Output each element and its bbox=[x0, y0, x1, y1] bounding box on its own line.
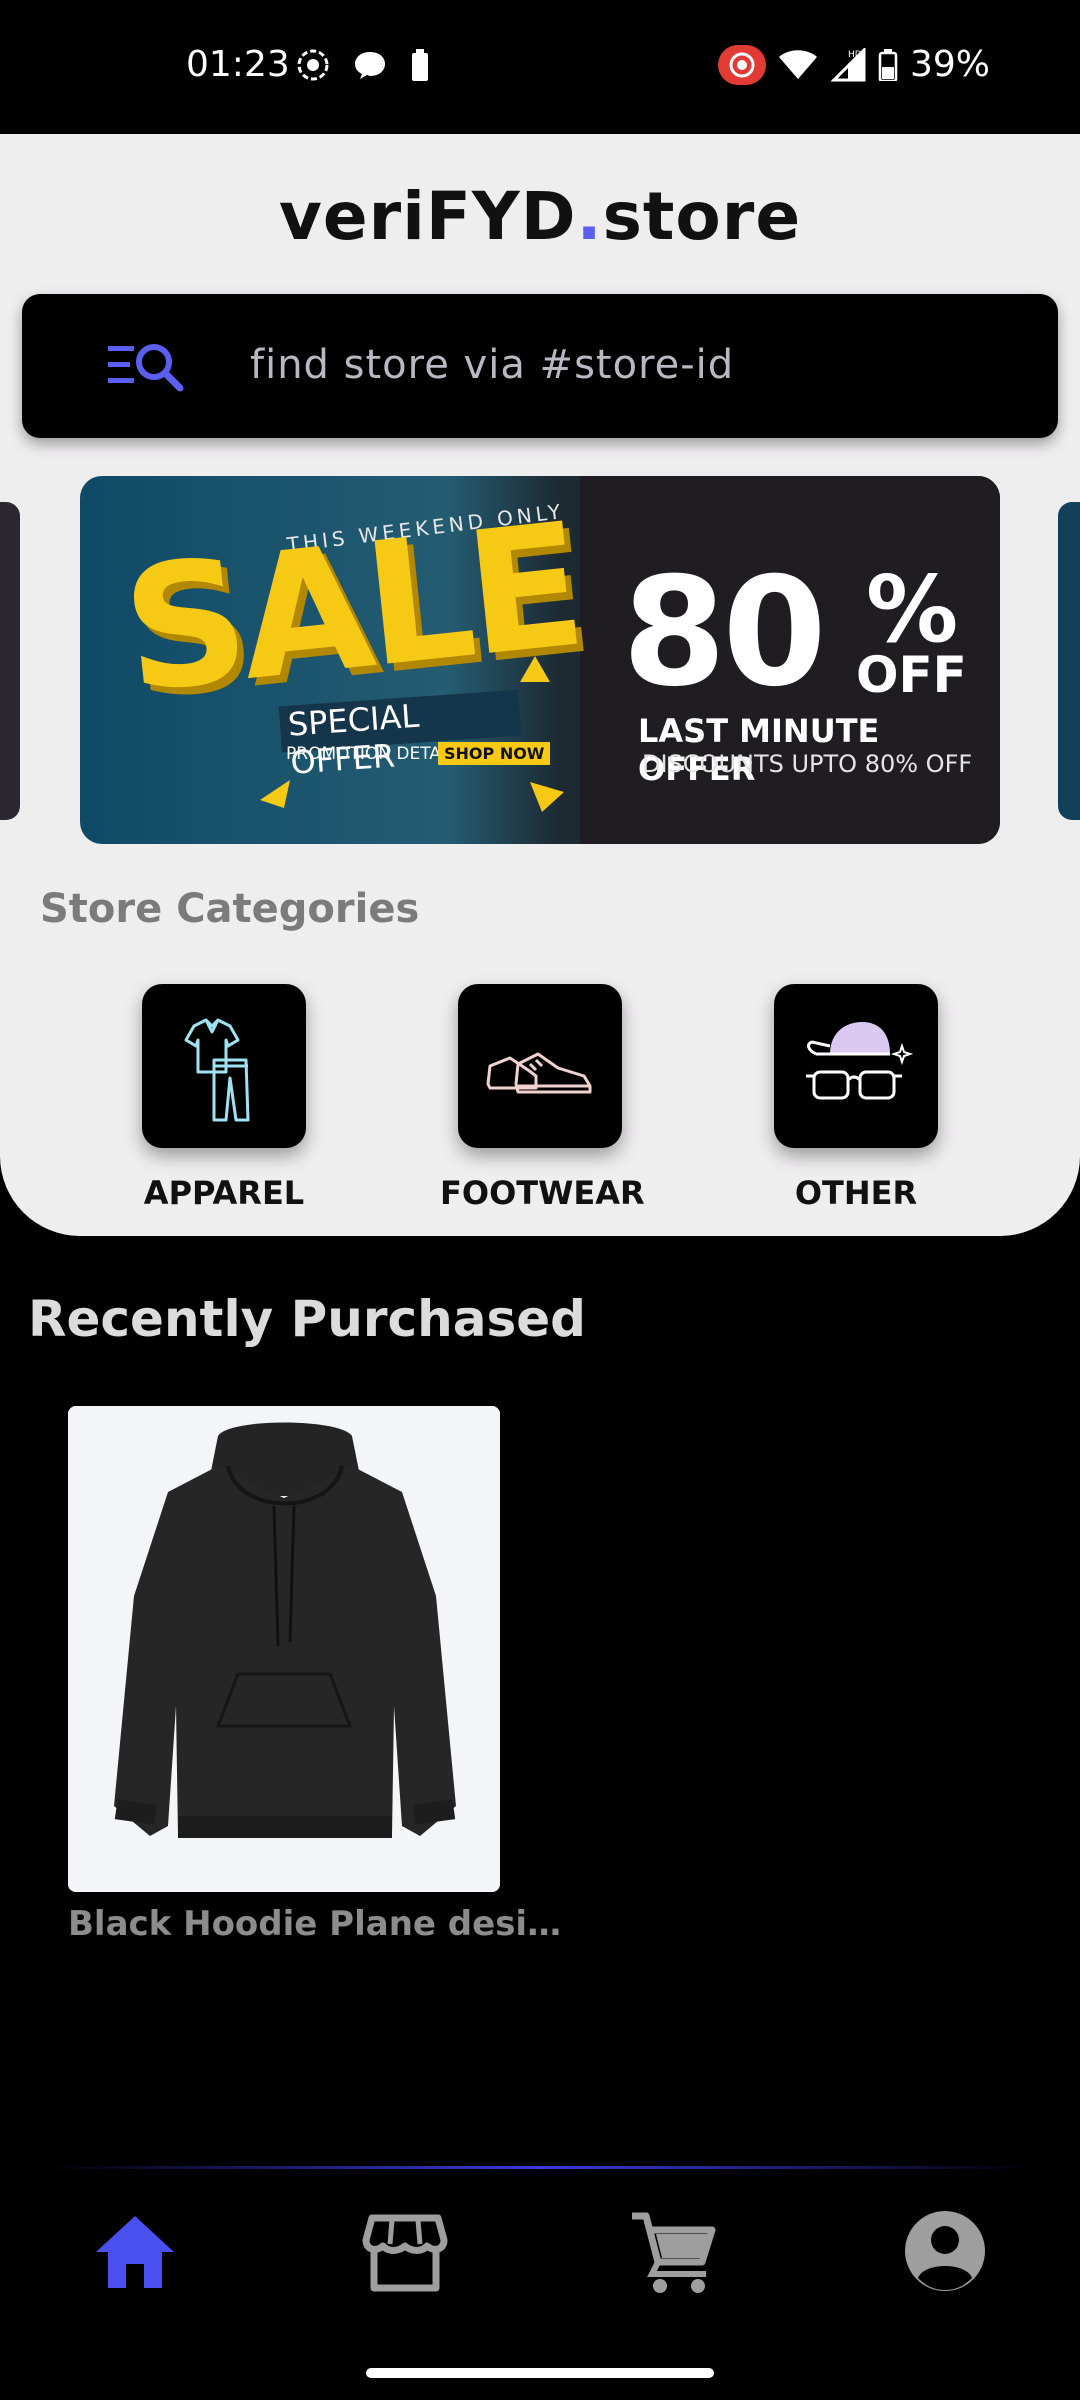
categories-heading: Store Categories bbox=[40, 886, 420, 932]
category-footwear-tile[interactable] bbox=[458, 984, 622, 1148]
status-icons-right: HD 39% bbox=[717, 44, 990, 85]
banner-triangle-decoration bbox=[520, 656, 550, 682]
chat-bubble-icon bbox=[355, 52, 385, 79]
promo-carousel[interactable]: THIS WEEKEND ONLY SALE SPECIAL OFFER PRO… bbox=[0, 476, 1080, 846]
product-card[interactable] bbox=[68, 1406, 500, 1892]
banner-discount-number: 80 bbox=[622, 546, 827, 720]
logo-dot: . bbox=[576, 178, 603, 255]
store-icon[interactable] bbox=[360, 2206, 450, 2296]
category-apparel-tile[interactable] bbox=[142, 984, 306, 1148]
status-bar: 01:23 HD 39% bbox=[0, 0, 1080, 134]
promo-banner[interactable]: THIS WEEKEND ONLY SALE SPECIAL OFFER PRO… bbox=[80, 476, 1000, 844]
profile-icon[interactable] bbox=[900, 2206, 990, 2296]
banner-promotion-detail: PROMOTION DETAIL bbox=[286, 744, 456, 764]
banner-shop-now: SHOP NOW bbox=[438, 742, 551, 765]
top-panel: veriFYD.store find store via #store-id T… bbox=[0, 134, 1080, 1236]
bottom-nav-divider bbox=[40, 2166, 1040, 2169]
battery-icon bbox=[878, 48, 898, 81]
logo-part2: store bbox=[602, 178, 802, 255]
category-label: OTHER bbox=[794, 1174, 918, 1212]
svg-text:HD: HD bbox=[848, 50, 862, 60]
banner-discount-detail: DISCOUNTS UPTO 80% OFF bbox=[642, 750, 973, 778]
hoodie-image bbox=[68, 1406, 500, 1892]
category-other-tile[interactable] bbox=[774, 984, 938, 1148]
banner-triangle-decoration bbox=[530, 782, 564, 812]
category-label: FOOTWEAR bbox=[440, 1174, 645, 1212]
search-input[interactable]: find store via #store-id bbox=[250, 342, 734, 388]
category-label: APPAREL bbox=[143, 1174, 305, 1212]
category-other[interactable]: OTHER bbox=[756, 984, 956, 1212]
category-apparel[interactable]: APPAREL bbox=[124, 984, 324, 1212]
status-time: 01:23 bbox=[186, 44, 290, 85]
carousel-prev-slide[interactable] bbox=[0, 502, 20, 820]
home-icon[interactable] bbox=[90, 2206, 180, 2296]
cart-icon[interactable] bbox=[628, 2206, 718, 2296]
signal-icon: HD bbox=[830, 47, 866, 81]
accessories-icon bbox=[806, 1022, 914, 1100]
record-icon bbox=[717, 44, 766, 85]
wifi-icon bbox=[778, 49, 817, 79]
banner-triangle-decoration bbox=[260, 780, 290, 808]
app-logo: veriFYD.store bbox=[0, 178, 1080, 255]
screen-record-icon bbox=[297, 49, 329, 81]
footwear-icon bbox=[486, 1052, 592, 1094]
banner-off-text: OFF bbox=[856, 646, 967, 704]
logo-part1: veriFYD bbox=[278, 178, 577, 255]
status-icons-left bbox=[296, 48, 430, 82]
battery-percent: 39% bbox=[909, 44, 990, 85]
category-footwear[interactable]: FOOTWEAR bbox=[440, 984, 645, 1212]
search-filter-icon[interactable] bbox=[108, 338, 190, 394]
product-name[interactable]: Black Hoodie Plane desi… bbox=[68, 1904, 561, 1944]
battery-saver-icon bbox=[412, 49, 428, 81]
recent-heading: Recently Purchased bbox=[28, 1290, 586, 1348]
carousel-next-slide[interactable] bbox=[1058, 502, 1080, 820]
apparel-icon bbox=[184, 1018, 250, 1122]
gesture-bar[interactable] bbox=[366, 2368, 714, 2378]
search-bar[interactable]: find store via #store-id bbox=[22, 294, 1058, 438]
